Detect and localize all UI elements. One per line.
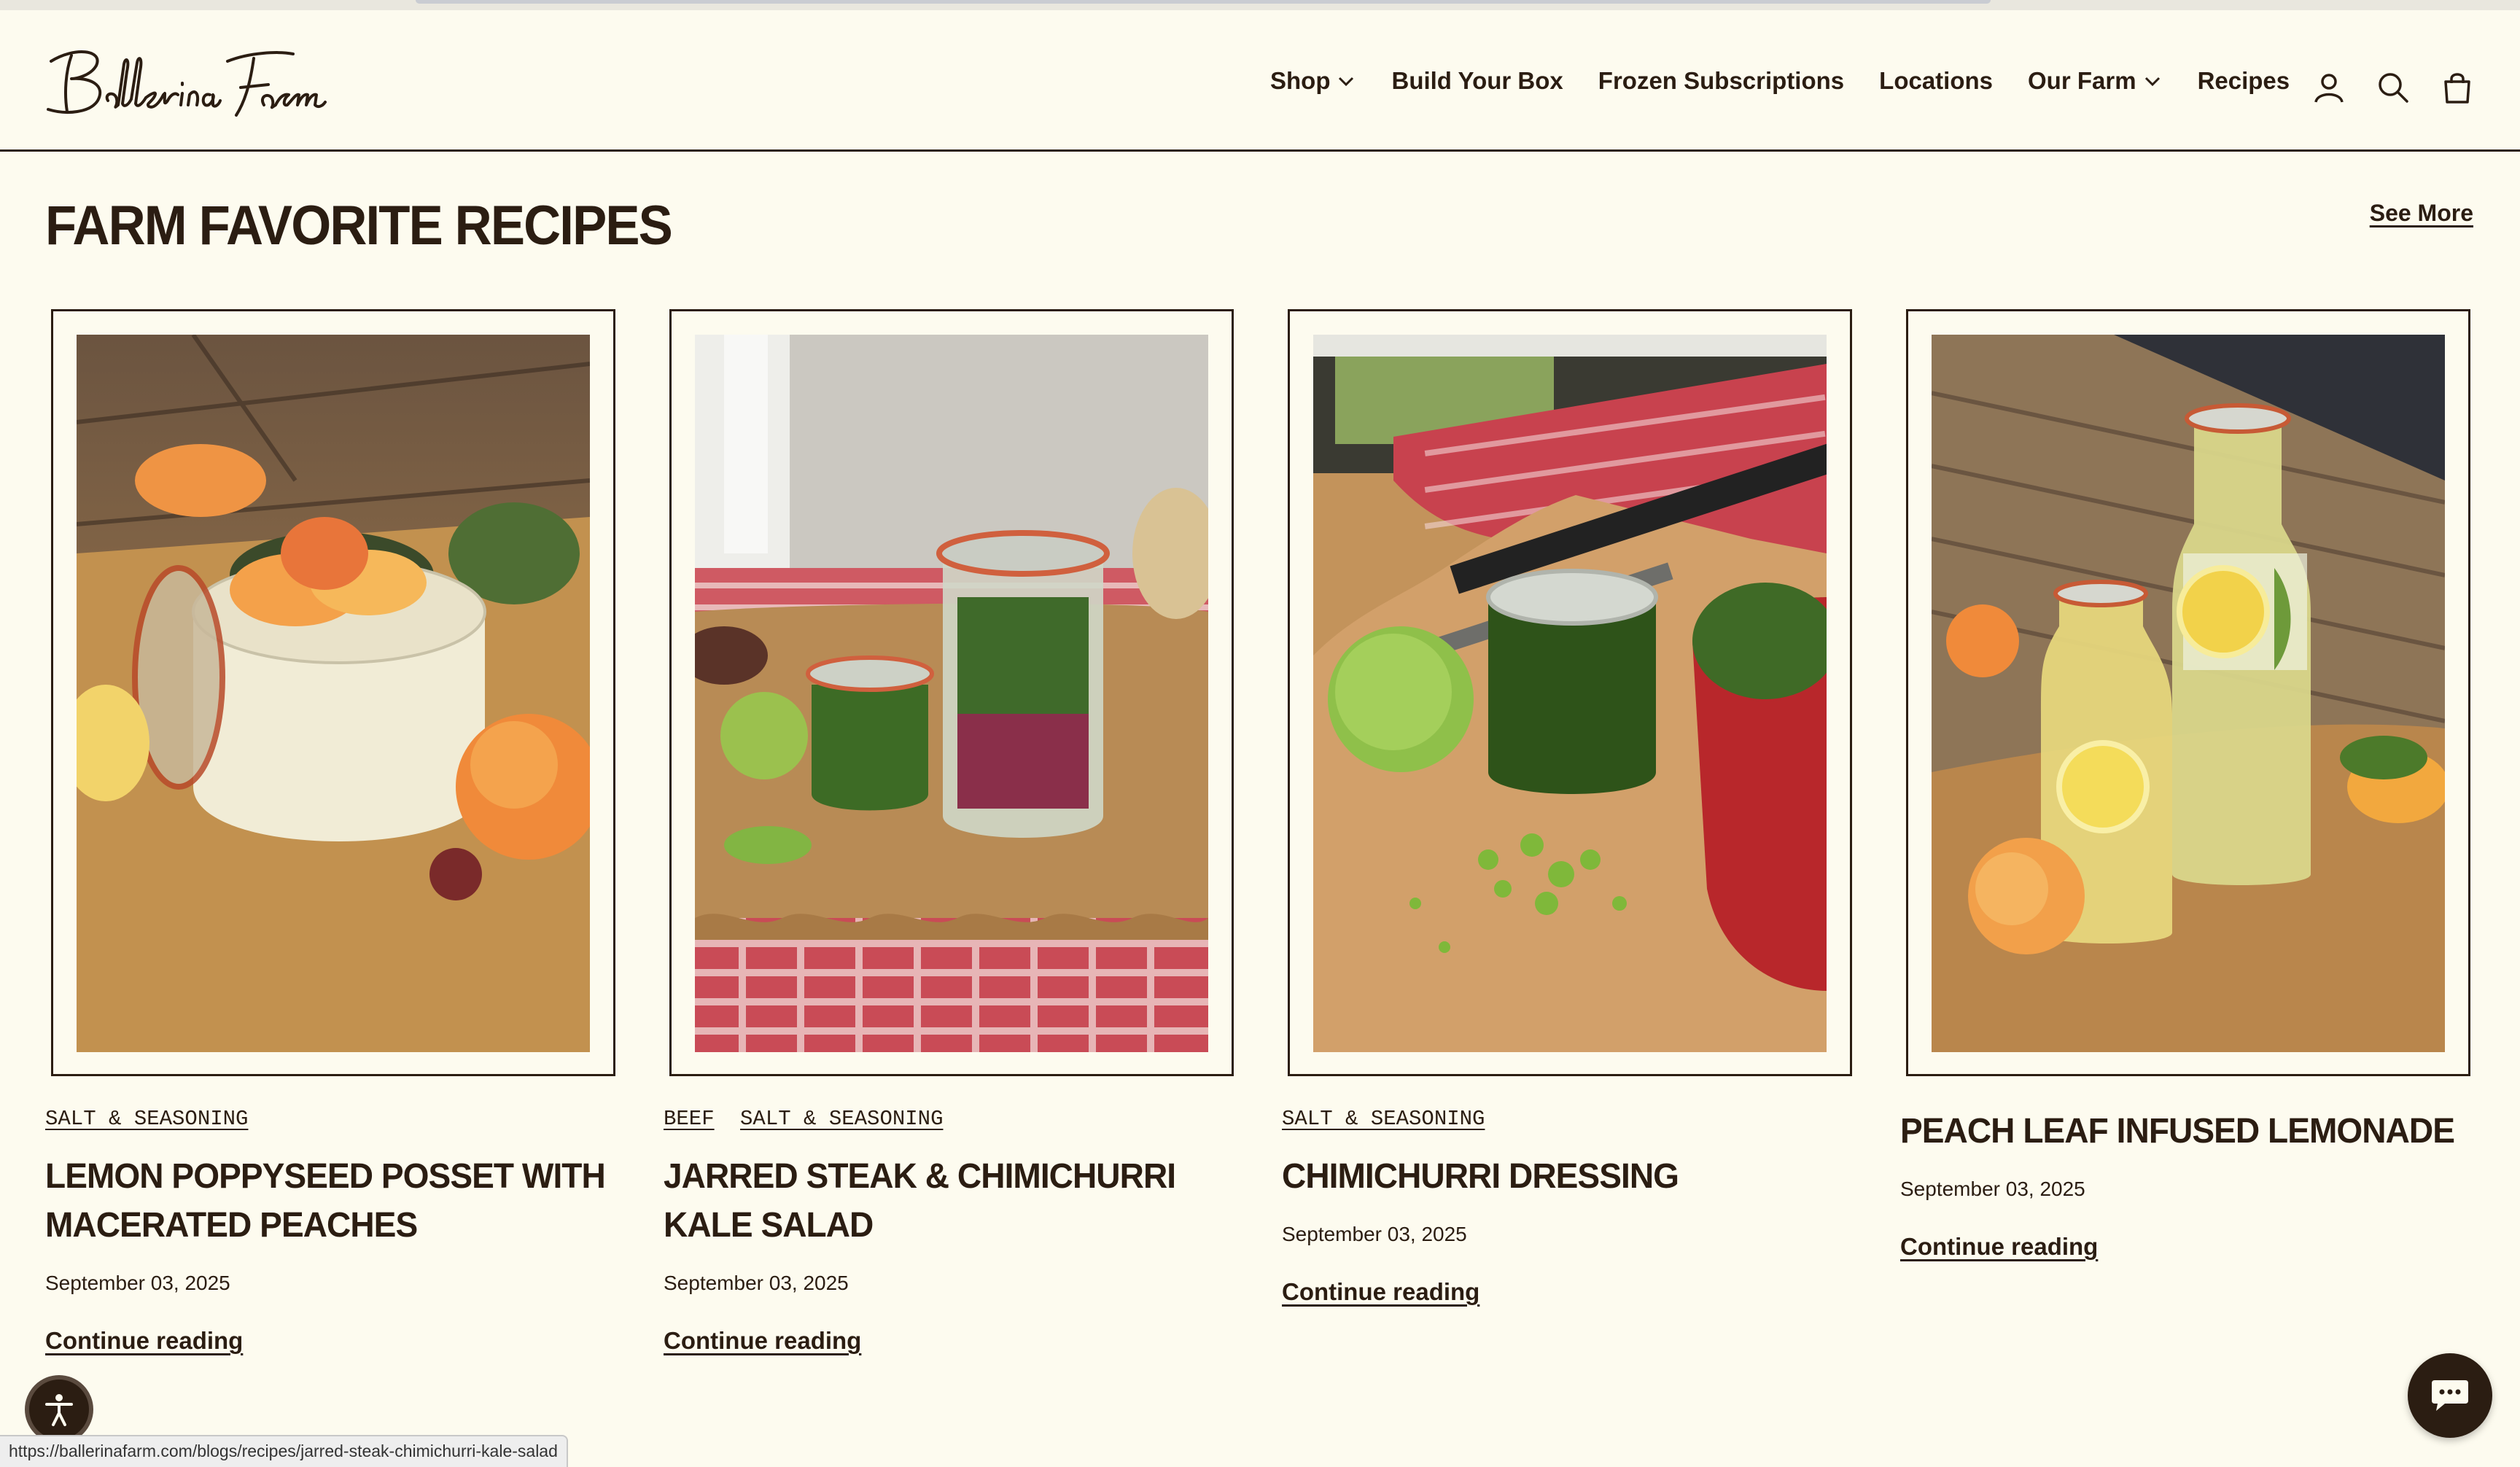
tag-link[interactable]: BEEF (664, 1107, 715, 1131)
nav-item-label: Shop (1270, 67, 1331, 94)
nav-item-label: Frozen Subscriptions (1598, 67, 1845, 94)
continue-reading-link[interactable]: Continue reading (664, 1327, 861, 1355)
account-icon[interactable] (2313, 71, 2345, 104)
recipe-image-frame[interactable] (1288, 309, 1852, 1076)
recipe-tags: SALT & SEASONING (45, 1107, 621, 1136)
chat-button[interactable] (2408, 1353, 2492, 1438)
lemonade-carafes-photo (1932, 335, 2445, 1052)
chat-icon (2432, 1380, 2468, 1411)
nav-item-locations[interactable]: Locations (1879, 67, 1993, 95)
see-more-link[interactable]: See More (2370, 200, 2473, 227)
recipe-date: September 03, 2025 (1282, 1223, 1467, 1245)
tag-link[interactable]: SALT & SEASONING (740, 1107, 943, 1131)
chevron-down-icon (2144, 77, 2160, 87)
recipe-card[interactable]: PEACH LEAF INFUSED LEMONADE September 03… (1900, 309, 2476, 1261)
cart-icon[interactable] (2441, 71, 2473, 104)
tag-link[interactable]: SALT & SEASONING (45, 1107, 248, 1131)
recipe-card[interactable]: SALT & SEASONING CHIMICHURRI DRESSING Se… (1282, 309, 1858, 1306)
nav-item-shop[interactable]: Shop (1270, 67, 1356, 95)
recipe-title[interactable]: LEMON POPPYSEED POSSET WITH MACERATED PE… (45, 1152, 626, 1250)
recipe-image-frame[interactable] (1906, 309, 2470, 1076)
nav-item-frozen-subscriptions[interactable]: Frozen Subscriptions (1598, 67, 1844, 95)
continue-reading-link[interactable]: Continue reading (1900, 1233, 2098, 1261)
ballerina-farm-logo (47, 50, 327, 117)
recipe-image-frame[interactable] (51, 309, 615, 1076)
recipe-date: September 03, 2025 (664, 1272, 849, 1294)
nav-item-label: Our Farm (2028, 67, 2136, 94)
recipe-title[interactable]: CHIMICHURRI DRESSING (1282, 1152, 1863, 1201)
recipe-title[interactable]: PEACH LEAF INFUSED LEMONADE (1900, 1107, 2481, 1156)
recipe-title[interactable]: JARRED STEAK & CHIMICHURRI KALE SALAD (664, 1152, 1245, 1250)
nav-item-label: Locations (1879, 67, 1994, 94)
nav-item-recipes[interactable]: Recipes (2198, 67, 2290, 95)
chevron-down-icon (1339, 77, 1354, 87)
browser-top-strip (0, 0, 2520, 10)
site-logo[interactable] (45, 42, 337, 122)
recipe-date: September 03, 2025 (45, 1272, 230, 1294)
site-header: Shop Build Your Box Frozen Subscriptions… (0, 10, 2520, 152)
accessibility-button[interactable] (25, 1375, 93, 1444)
tag-link[interactable]: SALT & SEASONING (1282, 1107, 1485, 1131)
nav-item-build-your-box[interactable]: Build Your Box (1391, 67, 1563, 95)
recipe-date: September 03, 2025 (1900, 1178, 2085, 1200)
recipe-tags: BEEF SALT & SEASONING (664, 1107, 1240, 1136)
recipe-image-frame[interactable] (669, 309, 1234, 1076)
browser-tab-indicator (416, 0, 1991, 4)
continue-reading-link[interactable]: Continue reading (1282, 1278, 1479, 1306)
recipe-card[interactable]: SALT & SEASONING LEMON POPPYSEED POSSET … (45, 309, 621, 1355)
status-bar-url: https://ballerinafarm.com/blogs/recipes/… (0, 1435, 568, 1467)
nav-item-label: Build Your Box (1391, 67, 1563, 94)
chimichurri-jar-photo (1313, 335, 1827, 1052)
continue-reading-link[interactable]: Continue reading (45, 1327, 243, 1355)
main-nav: Shop Build Your Box Frozen Subscriptions… (1270, 67, 2290, 95)
steak-salad-jars-photo (695, 335, 1208, 1052)
section-title: FARM FAVORITE RECIPES (45, 195, 673, 257)
recipe-card[interactable]: BEEF SALT & SEASONING JARRED STEAK & CHI… (664, 309, 1240, 1355)
accessibility-icon (45, 1394, 73, 1426)
nav-item-label: Recipes (2197, 67, 2290, 94)
recipe-tags: SALT & SEASONING (1282, 1107, 1858, 1136)
peach-posset-jar-photo (77, 335, 590, 1052)
nav-item-our-farm[interactable]: Our Farm (2028, 67, 2163, 95)
header-actions (2313, 71, 2473, 104)
search-icon[interactable] (2377, 71, 2409, 104)
